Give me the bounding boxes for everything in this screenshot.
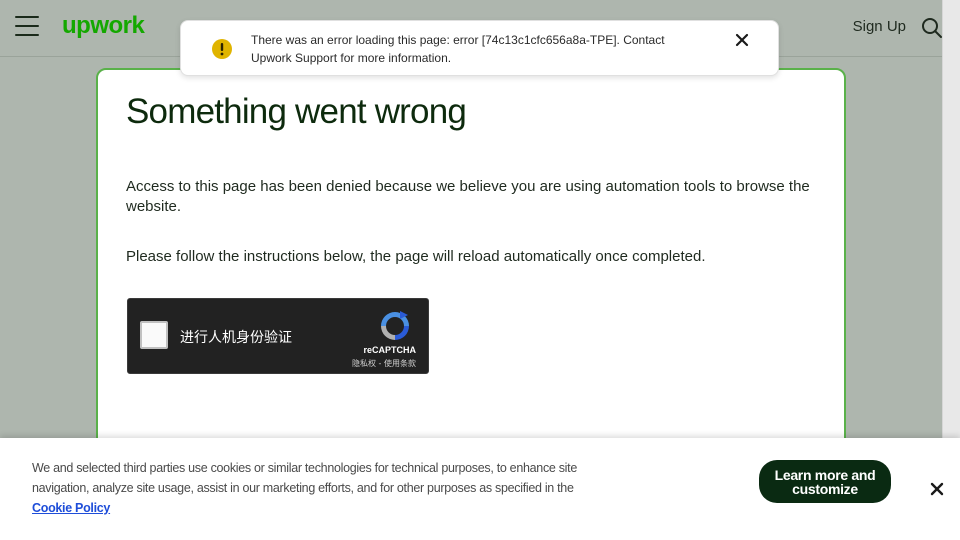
hamburger-menu-icon[interactable]: [15, 16, 39, 36]
cookie-notice-text: We and selected third parties use cookie…: [32, 458, 612, 518]
sign-up-link[interactable]: Sign Up: [853, 18, 906, 35]
cookie-policy-link[interactable]: Cookie Policy: [32, 501, 110, 515]
search-icon[interactable]: [921, 17, 943, 39]
page-title: Something went wrong: [126, 92, 467, 131]
toast-message: There was an error loading this page: er…: [251, 33, 665, 65]
close-icon[interactable]: [734, 32, 750, 48]
recaptcha-checkbox[interactable]: [140, 321, 168, 349]
upwork-logo[interactable]: upwork: [62, 12, 145, 40]
access-denied-message: Access to this page has been denied beca…: [126, 178, 810, 215]
recaptcha-privacy-terms-link[interactable]: 隐私权 - 使用条款: [352, 358, 416, 369]
recaptcha-widget: 进行人机身份验证 reCAPTCHA 隐私权 - 使用条款: [127, 298, 429, 374]
recaptcha-brand: reCAPTCHA: [363, 345, 416, 355]
warning-icon: [212, 39, 232, 59]
recaptcha-logo-icon: [381, 311, 409, 340]
recaptcha-label: 进行人机身份验证: [180, 330, 292, 346]
learn-more-customize-button[interactable]: Learn more and customize: [759, 460, 891, 503]
error-toast: There was an error loading this page: er…: [180, 20, 779, 76]
instructions-message: Please follow the instructions below, th…: [126, 248, 706, 265]
cookie-notice-body: We and selected third parties use cookie…: [32, 461, 577, 495]
close-icon[interactable]: [930, 482, 944, 496]
cookie-banner: We and selected third parties use cookie…: [0, 438, 960, 540]
